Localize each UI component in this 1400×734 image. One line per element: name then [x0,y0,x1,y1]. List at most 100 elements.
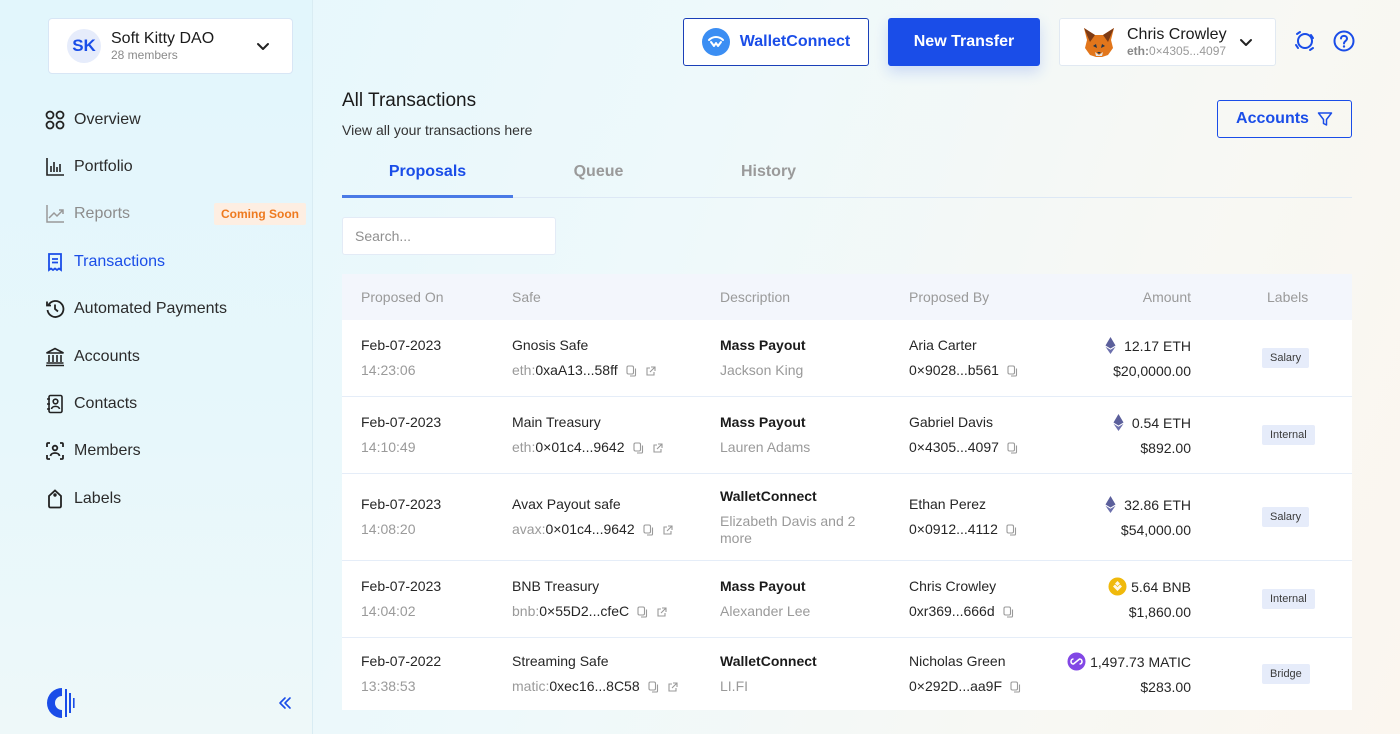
tab-queue[interactable]: Queue [513,155,684,198]
proposed-by-cell: Aria Carter 0×9028...b561 [909,337,1018,379]
sidebar-item-label: Labels [74,489,122,507]
amount-token: 1,497.73 MATIC [1090,653,1191,670]
copy-icon[interactable] [1007,442,1018,454]
matic-coin-icon [1067,652,1086,671]
metamask-fox-icon [1084,28,1114,57]
safe-address: 0×01c4...9642 [545,521,635,537]
amount-cell: 32.86 ETH $54,000.00 [1101,495,1191,539]
proposed-date: Feb-07-2023 [361,496,442,512]
sidebar-item-automated-payments[interactable]: Automated Payments [44,286,306,333]
sidebar-item-accounts[interactable]: Accounts [44,333,306,380]
proposer-name: Chris Crowley [909,578,997,594]
safe-cell: Main Treasury eth:0×01c4...9642 [512,414,663,456]
labels-cell: Bridge [1262,664,1310,684]
bar-chart-icon [44,156,66,178]
sidebar-item-overview[interactable]: Overview [44,96,306,143]
page-title: All Transactions [342,90,477,111]
description-title: Mass Payout [720,578,806,594]
external-link-icon[interactable] [667,682,678,693]
sidebar-item-transactions[interactable]: Transactions [44,238,306,285]
external-link-icon[interactable] [645,366,656,377]
tab-history[interactable]: History [683,155,854,198]
copy-icon[interactable] [1006,524,1017,536]
labels-cell: Internal [1262,589,1315,609]
safe-address-line: matic:0xec16...8C58 [512,678,678,695]
label-chip[interactable]: Salary [1262,348,1310,368]
help-icon[interactable] [1332,29,1356,53]
proposer-address-line: 0xr369...666d [909,603,1014,620]
proposed-on-cell: Feb-07-2023 14:04:02 [361,578,441,620]
table-row[interactable]: Feb-07-2022 13:38:53 Streaming Safe mati… [342,638,1352,710]
wallet-address: 0×4305...4097 [1149,43,1227,58]
proposed-on-cell: Feb-07-2023 14:08:20 [361,496,441,538]
support-icon[interactable] [1293,29,1317,53]
proposed-time: 14:23:06 [361,362,416,378]
copy-icon[interactable] [1010,681,1021,693]
sidebar-item-reports[interactable]: Reports Coming Soon [44,191,306,238]
proposed-date: Feb-07-2023 [361,578,442,594]
sidebar-item-portfolio[interactable]: Portfolio [44,143,306,190]
copy-icon[interactable] [1007,365,1018,377]
label-chip[interactable]: Bridge [1262,664,1310,684]
user-account-switcher[interactable]: Chris Crowley eth:0×4305...4097 [1059,18,1276,66]
collapse-sidebar-icon[interactable] [276,694,294,712]
chevron-down-icon [1240,39,1252,46]
proposer-address: 0xr369...666d [909,603,995,619]
receipt-icon [44,251,66,273]
sidebar-item-contacts[interactable]: Contacts [44,380,306,427]
copy-icon[interactable] [643,524,654,536]
table-row[interactable]: Feb-07-2023 14:23:06 Gnosis Safe eth:0xa… [342,320,1352,397]
sidebar-item-label: Automated Payments [74,300,227,318]
sidebar-item-members[interactable]: Members [44,428,306,475]
proposer-name: Nicholas Green [909,653,1006,669]
copy-icon[interactable] [637,606,648,618]
walletconnect-icon [701,28,730,56]
description-title: Mass Payout [720,337,806,353]
search-input[interactable] [342,217,556,255]
accounts-filter-button[interactable]: Accounts [1217,100,1352,138]
label-chip[interactable]: Salary [1262,507,1310,527]
sidebar-item-labels[interactable]: Labels [44,475,306,522]
copy-icon[interactable] [1003,606,1014,618]
description-cell: WalletConnect Elizabeth Davis and 2 more [720,488,870,547]
sidebar-item-label: Portfolio [74,158,133,176]
proposer-address: 0×9028...b561 [909,362,999,378]
table-row[interactable]: Feb-07-2023 14:10:49 Main Treasury eth:0… [342,397,1352,474]
description-cell: Mass Payout Alexander Lee [720,578,870,620]
safe-address-line: eth:0xaA13...58ff [512,362,656,379]
amount-cell: 12.17 ETH $20,0000.00 [1101,336,1191,380]
external-link-icon[interactable] [652,443,663,454]
chevron-down-icon [257,43,269,50]
description-subtitle: Jackson King [720,362,804,378]
label-chip[interactable]: Internal [1262,425,1315,445]
label-chip[interactable]: Internal [1262,589,1315,609]
tab-proposals[interactable]: Proposals [342,155,513,198]
table-row[interactable]: Feb-07-2023 14:08:20 Avax Payout safe av… [342,474,1352,561]
proposer-address-line: 0×9028...b561 [909,362,1018,379]
sidebar-item-label: Members [74,442,141,460]
bank-icon [44,346,66,368]
table-body: Feb-07-2023 14:23:06 Gnosis Safe eth:0xa… [342,320,1352,710]
external-link-icon[interactable] [662,525,673,536]
walletconnect-button[interactable]: WalletConnect [683,18,869,66]
org-avatar: SK [67,29,101,63]
safe-address: 0xec16...8C58 [549,678,640,694]
copy-icon[interactable] [626,365,637,377]
copy-icon[interactable] [632,442,644,454]
description-subtitle: Elizabeth Davis and 2 more [720,512,856,546]
table-row[interactable]: Feb-07-2023 14:04:02 BNB Treasury bnb:0×… [342,561,1352,638]
proposer-address-line: 0×0912...4112 [909,521,1017,538]
trend-chart-icon [44,203,66,225]
description-cell: Mass Payout Lauren Adams [720,414,870,456]
column-header-safe: Safe [512,289,541,305]
copy-icon[interactable] [648,681,659,693]
organization-switcher[interactable]: SK Soft Kitty DAO 28 members [48,18,293,74]
new-transfer-button[interactable]: New Transfer [888,18,1040,66]
proposed-time: 14:10:49 [361,439,416,455]
amount-usd: $54,000.00 [1120,522,1191,538]
safe-address-line: eth:0×01c4...9642 [512,439,663,456]
proposed-on-cell: Feb-07-2023 14:23:06 [361,337,441,379]
eth-coin-icon [1105,337,1116,354]
external-link-icon[interactable] [656,607,667,618]
description-title: WalletConnect [720,487,817,504]
